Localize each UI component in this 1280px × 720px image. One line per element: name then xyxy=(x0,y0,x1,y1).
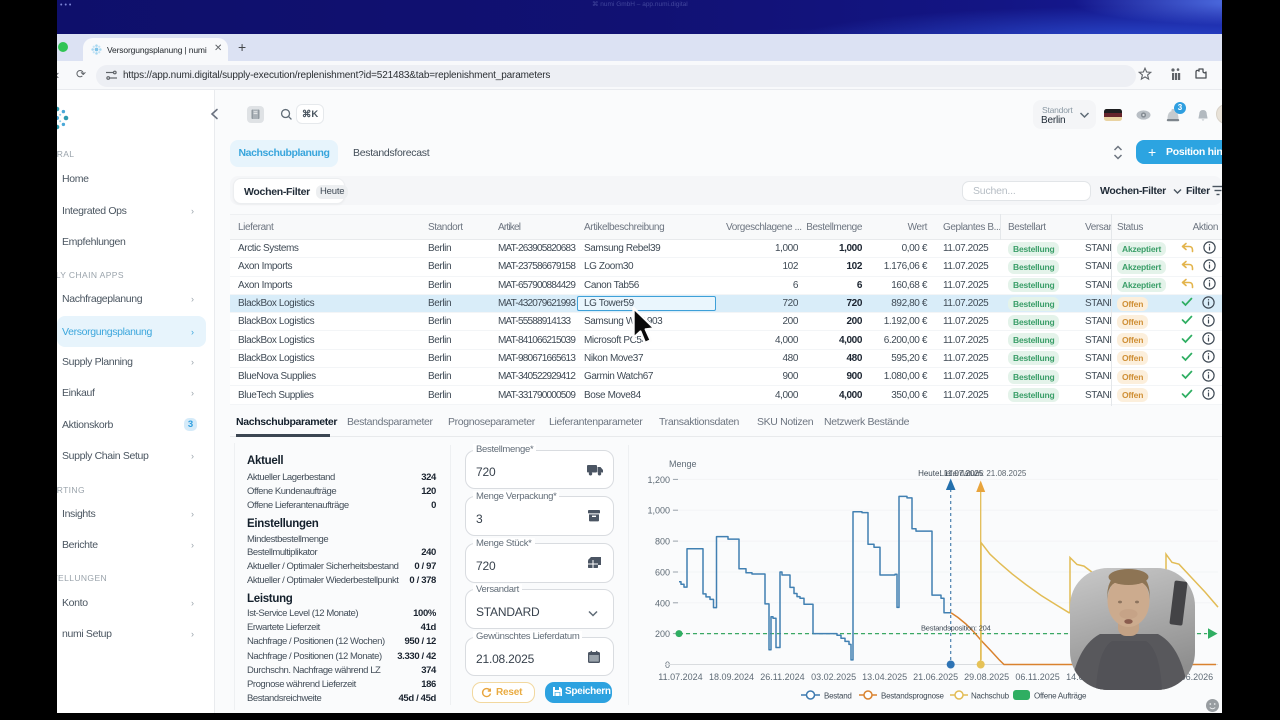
svg-text:13.04.2025: 13.04.2025 xyxy=(862,672,907,682)
svg-text:18.09.2024: 18.09.2024 xyxy=(709,672,754,682)
svg-text:29.08.2025: 29.08.2025 xyxy=(964,672,1009,682)
svg-text:200: 200 xyxy=(655,629,670,639)
svg-text:800: 800 xyxy=(655,537,670,547)
svg-text:21.06.2025: 21.06.2025 xyxy=(913,672,958,682)
svg-text:26.11.2024: 26.11.2024 xyxy=(760,672,804,682)
svg-text:Bestand: Bestand xyxy=(824,692,852,701)
svg-text:Offene Aufträge: Offene Aufträge xyxy=(1034,692,1087,701)
svg-text:1,000: 1,000 xyxy=(647,506,670,516)
svg-text:03.02.2025: 03.02.2025 xyxy=(811,672,856,682)
svg-text:400: 400 xyxy=(655,598,670,608)
svg-text:Bestandsprognose: Bestandsprognose xyxy=(881,692,945,701)
svg-text:Nachschub: Nachschub xyxy=(971,692,1010,701)
svg-text:06.11.2025: 06.11.2025 xyxy=(1015,672,1059,682)
svg-text:Menge: Menge xyxy=(669,459,697,469)
svg-text:1,200: 1,200 xyxy=(647,475,670,485)
svg-text:Bestandsposition: 204: Bestandsposition: 204 xyxy=(921,624,991,633)
svg-text:600: 600 xyxy=(655,568,670,578)
svg-text:Lieferdatum: 21.08.2025: Lieferdatum: 21.08.2025 xyxy=(940,469,1027,478)
svg-text:11.07.2024: 11.07.2024 xyxy=(658,672,702,682)
